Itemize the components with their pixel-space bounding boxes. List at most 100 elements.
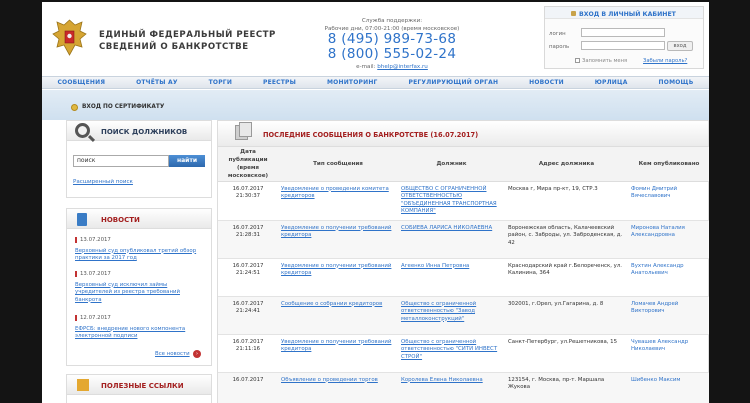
debtor-link[interactable]: Общество с ограниченной ответственностью…	[398, 334, 505, 373]
publisher-link[interactable]: Ломачев Андрей Викторович	[628, 296, 709, 335]
cell-date: 16.07.2017 21:24:51	[218, 258, 278, 297]
sidebar: ПОИСК ДОЛЖНИКОВ поиск найти Расширенный …	[66, 120, 212, 403]
support-label: Служба поддержки:	[361, 18, 423, 24]
row-date: 16.07.2017	[232, 376, 264, 383]
useful-links-title: ПОЛЕЗНЫЕ ССЫЛКИ	[101, 382, 184, 390]
message-type-link[interactable]: Объявление о проведении торгов	[278, 372, 398, 403]
useful-links-box: ПОЛЕЗНЫЕ ССЫЛКИ	[66, 374, 212, 403]
nav-item-help[interactable]: ПОМОЩЬ	[659, 79, 694, 86]
messages-title: ПОСЛЕДНИЕ СООБЩЕНИЯ О БАНКРОТСТВЕ (16.07…	[263, 131, 479, 139]
message-type-link[interactable]: Сообщение о собрании кредиторов	[278, 296, 398, 335]
news-item: 12.07.2017 ЕФРСБ: внедрение нового компо…	[75, 315, 201, 341]
site-title-line1: ЕДИНЫЙ ФЕДЕРАЛЬНЫЙ РЕЕСТР	[99, 30, 276, 40]
login-label: логин	[549, 31, 566, 37]
nav-item-reports[interactable]: ОТЧЁТЫ АУ	[136, 79, 178, 86]
password-field[interactable]	[581, 41, 665, 50]
documents-icon	[235, 122, 252, 140]
cell-address: 123154, г. Москва, пр-т. Маршала Жукова	[505, 372, 628, 403]
news-date: 13.07.2017	[75, 271, 111, 277]
debtor-search-input[interactable]: поиск	[73, 155, 169, 167]
debtor-link[interactable]: СОБИЕВА ЛАРИСА НИКОЛАЕВНА	[398, 220, 505, 259]
message-type-link[interactable]: Уведомление о получении требований креди…	[278, 258, 398, 297]
column-header-type: Тип сообщения	[278, 147, 398, 182]
debtor-link[interactable]: ОБЩЕСТВО С ОГРАНИЧЕННОЙ ОТВЕТСТВЕННОСТЬЮ…	[398, 181, 505, 221]
all-news-link[interactable]: Все новости	[155, 351, 190, 357]
messages-header: ПОСЛЕДНИЕ СООБЩЕНИЯ О БАНКРОТСТВЕ (16.07…	[218, 121, 708, 147]
table-row: 16.07.2017 21:28:31 Уведомление о получен…	[218, 220, 709, 259]
nav-item-registers[interactable]: РЕЕСТРЫ	[263, 79, 296, 86]
advanced-search-link[interactable]: Расширенный поиск	[73, 179, 133, 185]
column-header-date: Дата публикации (время московское)	[218, 147, 278, 182]
message-type-link[interactable]: Уведомление о получении требований креди…	[278, 334, 398, 373]
remember-me-label: Запомнить меня	[582, 58, 628, 64]
debtor-link[interactable]: Агеенко Инна Петровна	[398, 258, 505, 297]
news-item: 13.07.2017 Верховный суд опубликовал тре…	[75, 237, 201, 263]
support-email-link[interactable]: bhelp@interfax.ru	[377, 64, 428, 70]
debtor-link[interactable]: Королева Елена Николаевна	[398, 372, 505, 403]
news-link[interactable]: Верховный суд исключил займы учредителей…	[75, 282, 201, 305]
support-block: Служба поддержки: Рабочие дни, 07:00-21:…	[312, 18, 472, 70]
cell-date: 16.07.2017 21:24:41	[218, 296, 278, 335]
useful-links-header: ПОЛЕЗНЫЕ ССЫЛКИ	[67, 375, 211, 395]
news-icon	[77, 213, 87, 226]
login-submit-button[interactable]: вход	[667, 41, 693, 51]
column-header-publisher: Кем опубликовано	[628, 147, 709, 182]
publisher-link[interactable]: Чувашев Александр Николаевич	[628, 334, 709, 373]
links-icon	[77, 379, 89, 391]
news-date: 12.07.2017	[75, 315, 111, 321]
message-type-link[interactable]: Уведомление о получении требований креди…	[278, 220, 398, 259]
site-title[interactable]: ЕДИНЫЙ ФЕДЕРАЛЬНЫЙ РЕЕСТР СВЕДЕНИЙ О БАН…	[99, 29, 276, 53]
arrow-right-icon[interactable]: ›	[193, 350, 201, 358]
row-time: 21:11:16	[235, 346, 261, 352]
news-date: 13.07.2017	[75, 237, 111, 243]
cell-date: 16.07.2017	[218, 372, 278, 403]
publisher-link[interactable]: Вухтин Александр Анатольевич	[628, 258, 709, 297]
cell-address: Воронежская область, Калачеевский район,…	[505, 220, 628, 259]
nav-item-monitoring[interactable]: МОНИТОРИНГ	[327, 79, 378, 86]
password-label: пароль	[549, 44, 570, 50]
publisher-link[interactable]: Фомин Дмитрий Вячеславович	[628, 181, 709, 221]
checkbox-icon	[575, 58, 580, 63]
table-header-row: Дата публикации (время московское) Тип с…	[218, 147, 709, 182]
row-date: 16.07.2017	[232, 338, 264, 345]
site-header: ЕДИНЫЙ ФЕДЕРАЛЬНЫЙ РЕЕСТР СВЕДЕНИЙ О БАН…	[42, 2, 709, 76]
row-time: 21:30:37	[235, 193, 261, 199]
table-row: 16.07.2017 21:24:41 Сообщение о собрании …	[218, 296, 709, 335]
login-field[interactable]	[581, 28, 665, 37]
nav-item-legal-entities[interactable]: ЮРЛИЦА	[595, 79, 628, 86]
login-header: ВХОД В ЛИЧНЫЙ КАБИНЕТ	[545, 7, 703, 19]
row-time: 21:24:51	[235, 270, 261, 276]
main-nav: СООБЩЕНИЯ ОТЧЁТЫ АУ ТОРГИ РЕЕСТРЫ МОНИТО…	[42, 76, 709, 89]
table-row: 16.07.2017 21:24:51 Уведомление о получен…	[218, 258, 709, 297]
debtor-search-box: ПОИСК ДОЛЖНИКОВ поиск найти Расширенный …	[66, 120, 212, 198]
cell-date: 16.07.2017 21:28:31	[218, 220, 278, 259]
login-panel: ВХОД В ЛИЧНЫЙ КАБИНЕТ логин пароль вход …	[544, 6, 704, 69]
remember-me-checkbox[interactable]: Запомнить меня	[575, 58, 627, 64]
nav-item-news[interactable]: НОВОСТИ	[529, 79, 564, 86]
coat-of-arms-icon	[52, 19, 87, 56]
nav-item-messages[interactable]: СООБЩЕНИЯ	[57, 79, 105, 86]
cell-address: Краснодарский край г.Белореченск, ул. Ка…	[505, 258, 628, 297]
message-type-link[interactable]: Уведомление о проведении комитета кредит…	[278, 181, 398, 221]
publisher-link[interactable]: Миронова Наталия Александровна	[628, 220, 709, 259]
nav-item-regulator[interactable]: РЕГУЛИРУЮЩИЙ ОРГАН	[409, 79, 499, 86]
row-date: 16.07.2017	[232, 300, 264, 307]
messages-panel: ПОСЛЕДНИЕ СООБЩЕНИЯ О БАНКРОТСТВЕ (16.07…	[217, 120, 709, 403]
nav-item-trades[interactable]: ТОРГИ	[209, 79, 232, 86]
news-box: НОВОСТИ 13.07.2017 Верховный суд опублик…	[66, 208, 212, 366]
news-link[interactable]: ЕФРСБ: внедрение нового компонента элект…	[75, 326, 201, 341]
publisher-link[interactable]: Шибенко Максим	[628, 372, 709, 403]
login-title: ВХОД В ЛИЧНЫЙ КАБИНЕТ	[579, 11, 676, 18]
certificate-login-bar: ВХОД ПО СЕРТИФИКАТУ	[42, 90, 709, 120]
certificate-login-link[interactable]: ВХОД ПО СЕРТИФИКАТУ	[82, 104, 164, 110]
forgot-password-link[interactable]: Забыли пароль?	[643, 58, 687, 64]
news-link[interactable]: Верховный суд опубликовал третий обзор п…	[75, 248, 201, 263]
debtor-link[interactable]: Общество с ограниченной ответственностью…	[398, 296, 505, 335]
cell-address: 302001, г.Орел, ул.Гагарина, д. 8	[505, 296, 628, 335]
row-time: 21:24:41	[235, 308, 261, 314]
column-header-address: Адрес должника	[505, 147, 628, 182]
site-title-line2: СВЕДЕНИЙ О БАНКРОТСТВЕ	[99, 42, 249, 52]
table-row: 16.07.2017 21:11:16 Уведомление о получен…	[218, 334, 709, 373]
search-button[interactable]: найти	[169, 155, 205, 167]
cell-address: Санкт-Петербург, ул.Решетникова, 15	[505, 334, 628, 373]
